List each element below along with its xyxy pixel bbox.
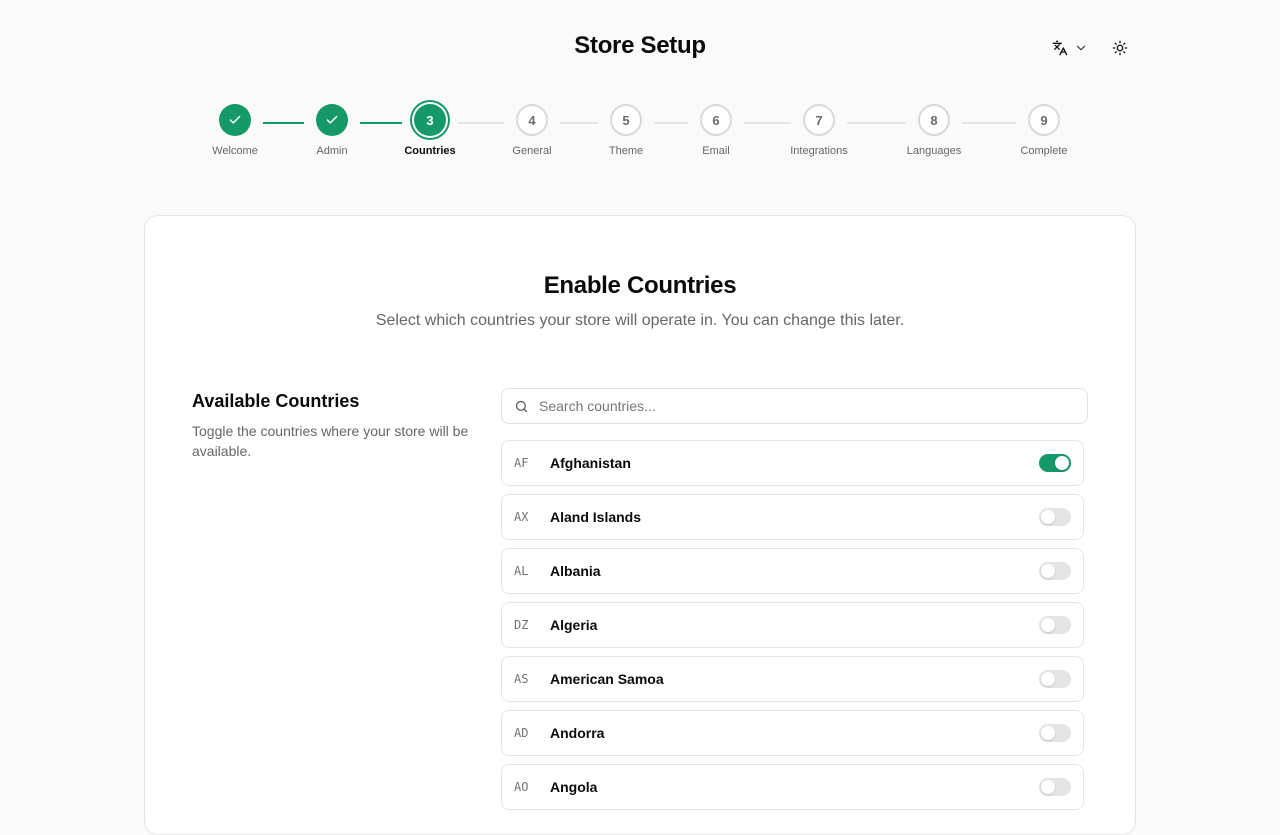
check-icon bbox=[326, 115, 338, 124]
step-number: 5 bbox=[622, 112, 630, 128]
country-toggle[interactable] bbox=[1039, 778, 1071, 796]
country-row-as: AS American Samoa bbox=[501, 656, 1084, 702]
country-name: Andorra bbox=[550, 725, 605, 741]
toggle-knob bbox=[1041, 510, 1055, 524]
country-toggle[interactable] bbox=[1039, 724, 1071, 742]
country-toggle[interactable] bbox=[1039, 454, 1071, 472]
toggle-knob bbox=[1041, 726, 1055, 740]
step-countries[interactable]: 3 Countries bbox=[385, 104, 475, 157]
country-name: Aland Islands bbox=[550, 509, 642, 525]
search-input[interactable] bbox=[539, 398, 1059, 414]
step-number: 7 bbox=[815, 112, 823, 128]
country-code: AS bbox=[514, 672, 529, 686]
step-label: Countries bbox=[404, 145, 456, 157]
toggle-knob bbox=[1041, 672, 1055, 686]
step-integrations[interactable]: 7 Integrations bbox=[774, 104, 864, 157]
step-welcome[interactable]: Welcome bbox=[190, 104, 280, 157]
country-row-ao: AO Angola bbox=[501, 764, 1084, 810]
setup-stepper: Welcome Admin 3 Countries 4 General 5 Theme 6 Ema… bbox=[0, 0, 1280, 170]
step-label: Languages bbox=[906, 145, 962, 157]
step-indicator bbox=[316, 104, 348, 136]
step-label: Welcome bbox=[212, 145, 258, 157]
toggle-knob bbox=[1041, 564, 1055, 578]
step-label: Admin bbox=[316, 145, 348, 157]
country-toggle[interactable] bbox=[1039, 670, 1071, 688]
search-icon bbox=[515, 400, 528, 412]
country-name: American Samoa bbox=[550, 671, 664, 687]
country-name: Afghanistan bbox=[550, 455, 631, 471]
step-label: Complete bbox=[1020, 145, 1068, 157]
step-indicator: 8 bbox=[918, 104, 950, 136]
country-row-ax: AX Aland Islands bbox=[501, 494, 1084, 540]
step-indicator: 9 bbox=[1028, 104, 1060, 136]
toggle-knob bbox=[1055, 456, 1069, 470]
card-title: Enable Countries bbox=[543, 272, 737, 299]
country-toggle[interactable] bbox=[1039, 508, 1071, 526]
section-title: Available Countries bbox=[192, 391, 360, 411]
country-row-dz: DZ Algeria bbox=[501, 602, 1084, 648]
step-indicator: 4 bbox=[516, 104, 548, 136]
step-number: 4 bbox=[528, 112, 536, 128]
step-number: 9 bbox=[1040, 112, 1048, 128]
country-name: Angola bbox=[550, 779, 598, 795]
country-code: AL bbox=[514, 564, 529, 578]
step-number: 6 bbox=[712, 112, 720, 128]
country-list: AF Afghanistan AX Aland Islands AL Albania DZ A… bbox=[501, 440, 1084, 818]
step-number: 8 bbox=[930, 112, 938, 128]
country-row-af: AF Afghanistan bbox=[501, 440, 1084, 486]
step-complete[interactable]: 9 Complete bbox=[999, 104, 1089, 157]
country-name: Albania bbox=[550, 563, 601, 579]
country-name: Algeria bbox=[550, 617, 598, 633]
country-row-ad: AD Andorra bbox=[501, 710, 1084, 756]
step-indicator: 5 bbox=[610, 104, 642, 136]
step-indicator: 7 bbox=[803, 104, 835, 136]
toggle-knob bbox=[1041, 780, 1055, 794]
country-code: AO bbox=[514, 780, 529, 794]
step-label: Theme bbox=[608, 145, 644, 157]
toggle-knob bbox=[1041, 618, 1055, 632]
step-languages[interactable]: 8 Languages bbox=[889, 104, 979, 157]
country-code: AD bbox=[514, 726, 529, 740]
country-row-al: AL Albania bbox=[501, 548, 1084, 594]
step-label: Integrations bbox=[790, 145, 848, 157]
card-subtitle: Select which countries your store will o… bbox=[375, 312, 905, 329]
check-icon bbox=[229, 115, 241, 124]
step-indicator: 6 bbox=[700, 104, 732, 136]
country-code: AX bbox=[514, 510, 529, 524]
step-label: General bbox=[512, 145, 552, 157]
country-code: DZ bbox=[514, 618, 529, 632]
section-description: Toggle the countries where your store wi… bbox=[192, 423, 469, 459]
step-label: Email bbox=[702, 145, 730, 157]
step-admin[interactable]: Admin bbox=[287, 104, 377, 157]
country-toggle[interactable] bbox=[1039, 616, 1071, 634]
countries-card: Enable Countries Select which countries … bbox=[144, 215, 1136, 835]
country-toggle[interactable] bbox=[1039, 562, 1071, 580]
country-code: AF bbox=[514, 456, 529, 470]
step-number: 3 bbox=[426, 112, 434, 128]
step-indicator bbox=[219, 104, 251, 136]
step-general[interactable]: 4 General bbox=[487, 104, 577, 157]
step-email[interactable]: 6 Email bbox=[671, 104, 761, 157]
step-theme[interactable]: 5 Theme bbox=[581, 104, 671, 157]
step-indicator: 3 bbox=[414, 104, 446, 136]
search-box[interactable] bbox=[501, 388, 1088, 424]
